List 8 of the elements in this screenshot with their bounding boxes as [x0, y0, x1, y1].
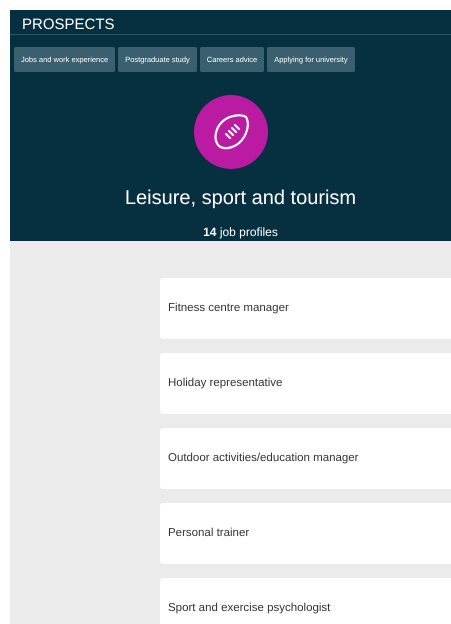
job-profile-link[interactable]: Sport and exercise psychologist [160, 578, 451, 624]
job-profile-link[interactable]: Fitness centre manager [160, 278, 451, 339]
job-profile-link[interactable]: Personal trainer [160, 503, 451, 564]
job-profile-link[interactable]: Holiday representative [160, 353, 451, 414]
job-profile-link[interactable]: Outdoor activities/education manager [160, 428, 451, 489]
category-title: Leisure, sport and tourism [124, 186, 358, 211]
profile-count: 14 job profiles [202, 224, 279, 241]
site-logo[interactable]: PROSPECTS [22, 17, 115, 34]
